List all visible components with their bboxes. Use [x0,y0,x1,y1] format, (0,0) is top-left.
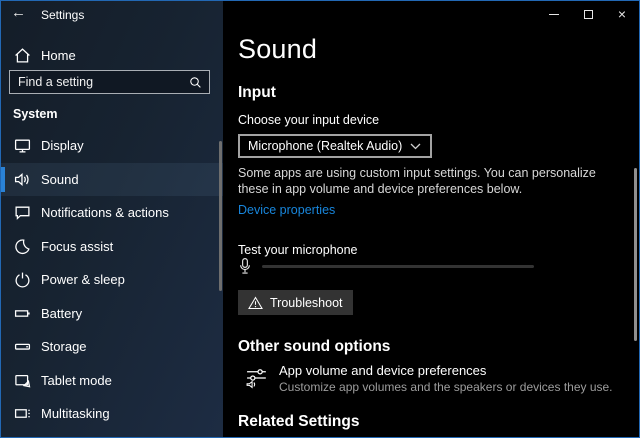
maximize-button[interactable] [571,1,605,27]
window-title: Settings [41,8,84,22]
test-microphone-label: Test your microphone [238,243,358,257]
sidebar-item-label: Notifications & actions [41,205,169,220]
sidebar-scrollbar-thumb[interactable] [219,141,222,291]
custom-input-settings-note: Some apps are using custom input setting… [238,166,616,197]
multitask-icon [14,405,31,422]
sidebar-item-tablet-mode[interactable]: Tablet mode [1,364,223,398]
page-title: Sound [238,34,317,65]
power-icon [14,271,31,288]
sidebar-nav: Display Sound Notifica [1,129,223,431]
sidebar-item-home[interactable]: Home [1,41,223,69]
sidebar-item-power-sleep[interactable]: Power & sleep [1,263,223,297]
chevron-down-icon [410,143,421,150]
troubleshoot-label: Troubleshoot [270,296,343,310]
moon-icon [14,238,31,255]
sidebar-item-label: Home [41,48,76,63]
battery-icon [14,305,31,322]
search-input[interactable] [10,75,189,89]
app-volume-text: App volume and device preferences Custom… [279,363,613,394]
sidebar-item-label: Display [41,138,84,153]
settings-window: ← Settings Home System [0,0,640,438]
content-scrollbar-thumb[interactable] [634,168,637,341]
search-box [9,70,210,94]
sidebar-item-focus-assist[interactable]: Focus assist [1,230,223,264]
close-icon: × [618,7,626,21]
tablet-icon [14,372,31,389]
input-section-heading: Input [238,84,276,102]
mixer-icon [245,365,270,390]
sidebar-item-label: Multitasking [41,406,110,421]
app-volume-preferences-item[interactable]: App volume and device preferences Custom… [245,363,613,394]
app-volume-title: App volume and device preferences [279,363,613,378]
window-controls: × [537,1,639,27]
content-pane: × Sound Input Choose your input device M… [223,1,639,437]
sidebar-section-header: System [13,107,57,121]
minimize-icon [549,14,559,15]
sidebar-item-label: Tablet mode [41,373,112,388]
sidebar-item-label: Sound [41,172,79,187]
sidebar-item-label: Battery [41,306,82,321]
speaker-icon [14,171,31,188]
troubleshoot-button[interactable]: Troubleshoot [238,290,353,315]
device-properties-link[interactable]: Device properties [238,203,335,217]
input-device-dropdown[interactable]: Microphone (Realtek Audio) [238,134,432,158]
sidebar-item-label: Focus assist [41,239,113,254]
sidebar: ← Settings Home System [1,1,223,437]
other-sound-options-heading: Other sound options [238,338,390,356]
microphone-icon [238,257,252,276]
sidebar-item-multitasking[interactable]: Multitasking [1,397,223,431]
notification-icon [14,204,31,221]
microphone-level-meter [262,265,534,268]
home-icon [14,47,31,64]
maximize-icon [584,10,593,19]
sidebar-item-label: Storage [41,339,87,354]
microphone-level-row [238,257,534,276]
sidebar-item-display[interactable]: Display [1,129,223,163]
sidebar-item-label: Power & sleep [41,272,125,287]
display-icon [14,137,31,154]
minimize-button[interactable] [537,1,571,27]
sidebar-item-sound[interactable]: Sound [1,163,223,197]
close-button[interactable]: × [605,1,639,27]
app-volume-subtitle: Customize app volumes and the speakers o… [279,380,613,394]
sidebar-item-storage[interactable]: Storage [1,330,223,364]
related-settings-heading: Related Settings [238,413,359,431]
drive-icon [14,338,31,355]
back-arrow-icon[interactable]: ← [11,4,26,21]
choose-input-device-label: Choose your input device [238,113,379,127]
warning-icon [248,296,263,310]
search-icon[interactable] [189,76,202,89]
sidebar-item-notifications[interactable]: Notifications & actions [1,196,223,230]
input-device-selected-value: Microphone (Realtek Audio) [240,139,410,153]
sidebar-item-battery[interactable]: Battery [1,297,223,331]
